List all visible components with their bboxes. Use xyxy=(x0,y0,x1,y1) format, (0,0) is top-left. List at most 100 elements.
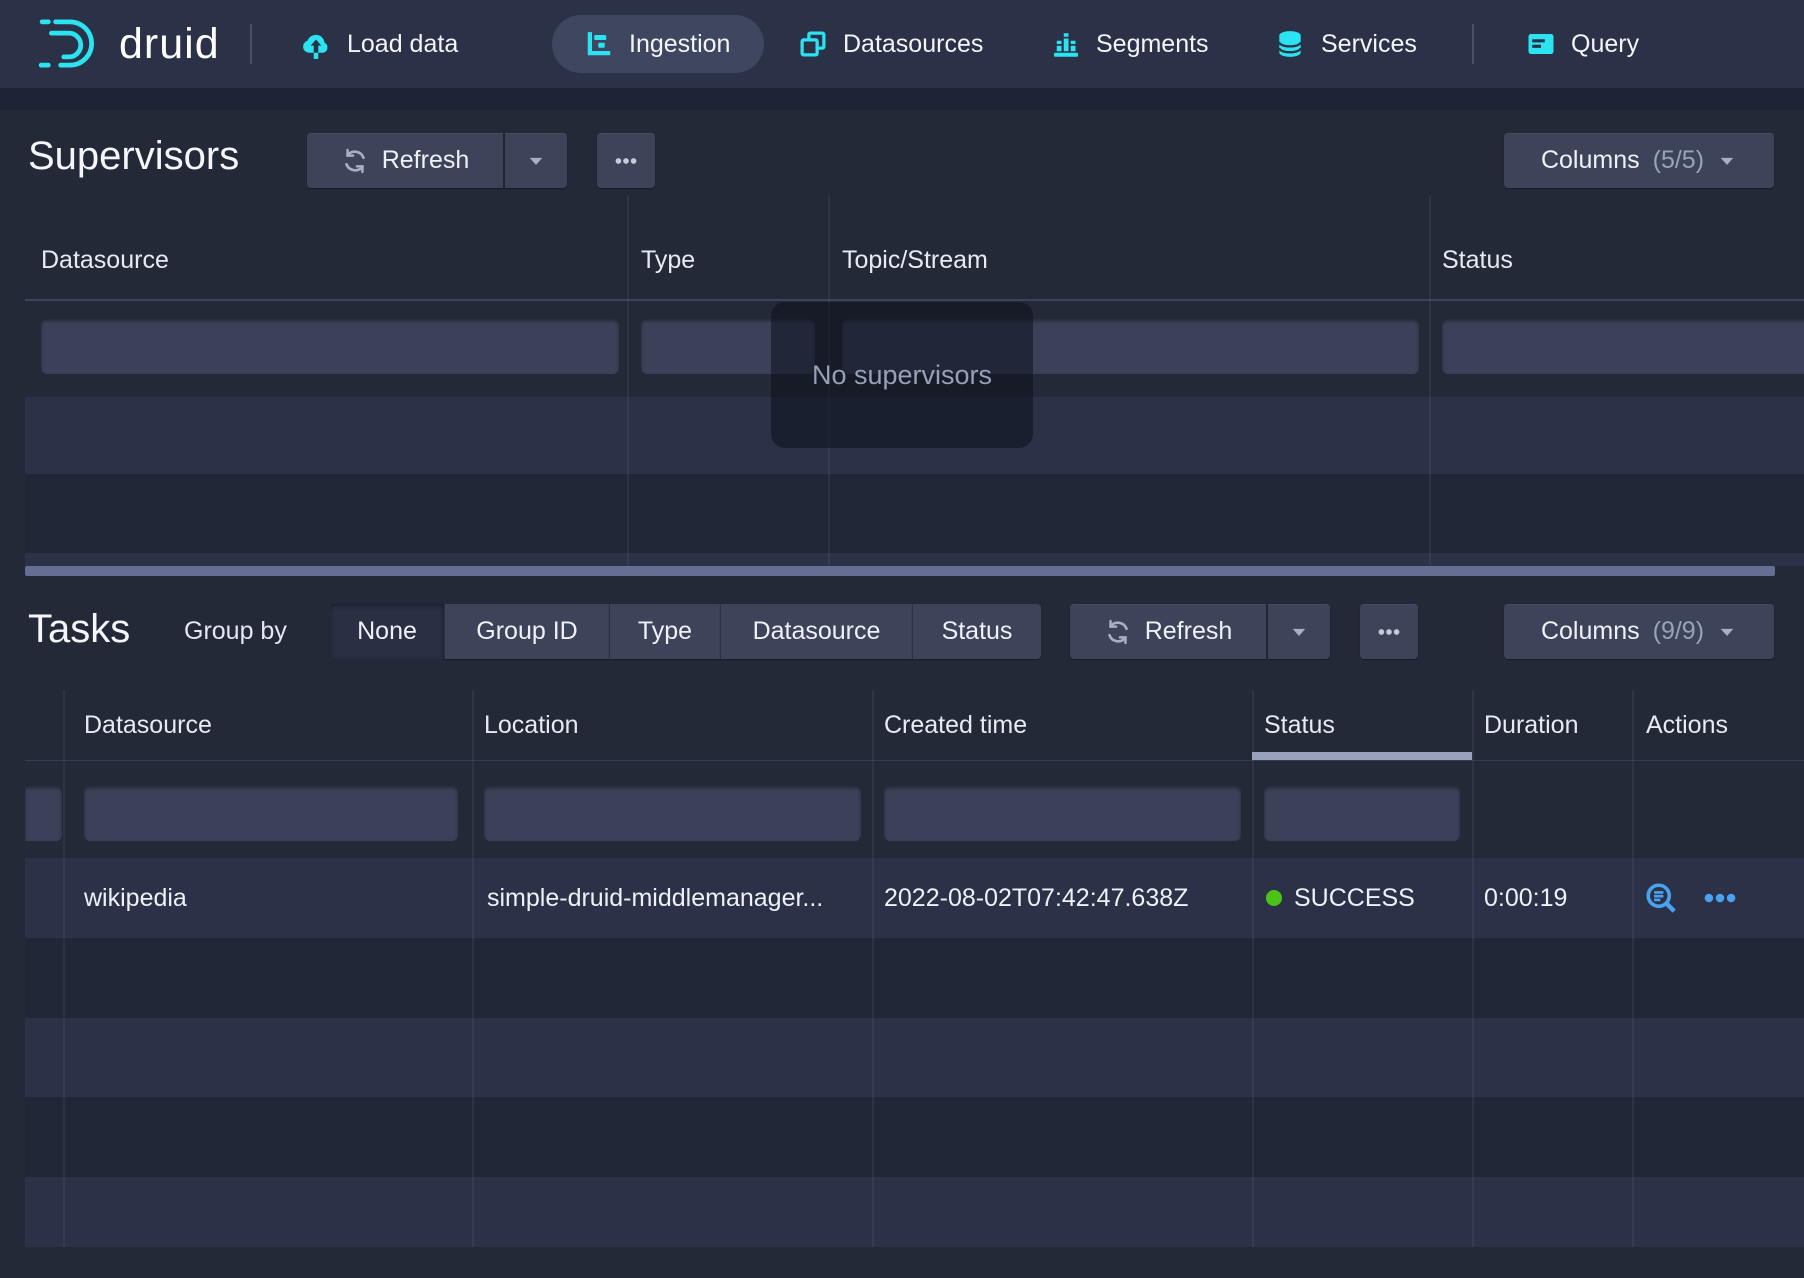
column-divider xyxy=(1632,690,1634,1247)
tasks-columns-button[interactable]: Columns (9/9) xyxy=(1504,604,1774,659)
refresh-icon xyxy=(341,147,369,175)
refresh-label: Refresh xyxy=(382,146,470,175)
group-by-status-button[interactable]: Status xyxy=(912,604,1041,659)
column-divider xyxy=(472,690,474,1247)
column-divider xyxy=(1472,690,1474,1247)
chevron-down-icon xyxy=(1289,622,1309,642)
table-row xyxy=(25,1097,1804,1177)
nav-item-label: Services xyxy=(1321,30,1417,59)
table-row xyxy=(25,474,1804,553)
supervisors-columns-button[interactable]: Columns (5/5) xyxy=(1504,133,1774,188)
tasks-filter-created-time[interactable] xyxy=(884,786,1241,841)
tasks-filter-task-id-cut[interactable] xyxy=(25,786,62,841)
refresh-label: Refresh xyxy=(1145,617,1233,646)
columns-count: (5/5) xyxy=(1653,146,1704,175)
nav-item-label: Datasources xyxy=(843,30,983,59)
cell-created-time[interactable]: 2022-08-02T07:42:47.638Z xyxy=(884,858,1244,938)
supervisors-refresh-interval-button[interactable] xyxy=(505,133,567,188)
nav-item-segments[interactable]: Segments xyxy=(1051,0,1209,88)
tasks-filter-datasource[interactable] xyxy=(84,786,458,841)
columns-label: Columns xyxy=(1541,617,1640,646)
supervisors-header-status[interactable]: Status xyxy=(1442,220,1513,300)
table-row xyxy=(25,1177,1804,1247)
group-by-datasource-button[interactable]: Datasource xyxy=(720,604,912,659)
empty-message: No supervisors xyxy=(812,360,992,391)
supervisors-header-datasource[interactable]: Datasource xyxy=(41,220,169,300)
column-divider xyxy=(872,690,874,1247)
supervisors-filter-datasource[interactable] xyxy=(41,319,619,374)
tasks-more-button[interactable] xyxy=(1360,604,1418,659)
column-divider xyxy=(63,690,65,1247)
refresh-icon xyxy=(1104,618,1132,646)
brand-name: druid xyxy=(119,20,220,69)
tasks-refresh-button[interactable]: Refresh xyxy=(1070,604,1266,659)
column-divider xyxy=(1429,195,1431,566)
cell-datasource[interactable]: wikipedia xyxy=(84,858,464,938)
nav-item-label: Ingestion xyxy=(629,30,730,59)
column-divider xyxy=(627,195,629,566)
console-icon xyxy=(1526,29,1556,59)
cell-actions xyxy=(1643,858,1793,938)
supervisors-header-divider xyxy=(25,299,1804,301)
nav-item-query[interactable]: Query xyxy=(1526,0,1639,88)
top-nav-bar: druid Load data Ingestion xyxy=(0,0,1804,88)
tasks-title: Tasks xyxy=(28,607,130,652)
table-row xyxy=(25,938,1804,1018)
supervisors-refresh-button[interactable]: Refresh xyxy=(307,133,503,188)
group-by-group-id-button[interactable]: Group ID xyxy=(444,604,609,659)
tasks-header-divider xyxy=(25,760,1804,761)
status-text: SUCCESS xyxy=(1294,884,1415,913)
nav-item-load-data[interactable]: Load data xyxy=(300,0,458,88)
tasks-refresh-interval-button[interactable] xyxy=(1268,604,1330,659)
supervisors-filter-status[interactable] xyxy=(1442,319,1804,374)
tasks-header-duration[interactable]: Duration xyxy=(1484,690,1579,760)
nav-item-label: Load data xyxy=(347,30,458,59)
supervisors-header-topic-stream[interactable]: Topic/Stream xyxy=(842,220,988,300)
table-row xyxy=(25,1018,1804,1097)
more-icon xyxy=(1376,619,1402,645)
tasks-header-location[interactable]: Location xyxy=(484,690,579,760)
tasks-header-status[interactable]: Status xyxy=(1264,690,1335,760)
group-by-none-button[interactable]: None xyxy=(330,604,444,659)
cloud-upload-icon xyxy=(300,28,332,60)
cell-status[interactable]: SUCCESS xyxy=(1266,858,1466,938)
status-success-dot xyxy=(1266,890,1282,906)
columns-count: (9/9) xyxy=(1653,617,1704,646)
tasks-header-datasource[interactable]: Datasource xyxy=(84,690,212,760)
group-by-label: Group by xyxy=(184,604,287,659)
table-row xyxy=(25,553,1804,566)
druid-logo-icon xyxy=(38,15,104,73)
stacked-bar-chart-icon xyxy=(1051,29,1081,59)
tasks-filter-status[interactable] xyxy=(1264,786,1460,841)
status-sort-indicator xyxy=(1252,752,1472,760)
supervisors-more-button[interactable] xyxy=(597,133,655,188)
task-details-magnifier-icon[interactable] xyxy=(1643,880,1679,916)
nav-item-ingestion[interactable]: Ingestion xyxy=(584,0,730,88)
chevron-down-icon xyxy=(1717,151,1737,171)
druid-console: druid Load data Ingestion xyxy=(0,0,1804,1278)
tasks-header-actions[interactable]: Actions xyxy=(1646,690,1728,760)
no-supervisors-overlay: No supervisors xyxy=(771,302,1033,448)
nav-item-services[interactable]: Services xyxy=(1274,0,1417,88)
supervisors-title: Supervisors xyxy=(28,134,239,179)
druid-logo[interactable]: druid xyxy=(38,0,220,88)
chevron-down-icon xyxy=(526,151,546,171)
supervisors-horizontal-scrollbar[interactable] xyxy=(25,566,1775,576)
supervisors-header-type[interactable]: Type xyxy=(641,220,695,300)
cell-duration[interactable]: 0:00:19 xyxy=(1484,858,1624,938)
database-icon xyxy=(1274,28,1306,60)
nav-item-label: Query xyxy=(1571,30,1639,59)
tasks-header-created-time[interactable]: Created time xyxy=(884,690,1027,760)
more-icon xyxy=(613,148,639,174)
chevron-down-icon xyxy=(1717,622,1737,642)
task-actions-more-icon[interactable] xyxy=(1701,879,1739,917)
gantt-chart-icon xyxy=(584,29,614,59)
column-divider xyxy=(1252,690,1254,1247)
nav-item-label: Segments xyxy=(1096,30,1209,59)
nav-item-datasources[interactable]: Datasources xyxy=(798,0,983,88)
cell-location[interactable]: simple-druid-middlemanager... xyxy=(487,858,865,938)
nav-divider xyxy=(1472,24,1474,64)
tasks-filter-location[interactable] xyxy=(484,786,861,841)
nav-divider xyxy=(250,24,252,64)
group-by-type-button[interactable]: Type xyxy=(609,604,720,659)
